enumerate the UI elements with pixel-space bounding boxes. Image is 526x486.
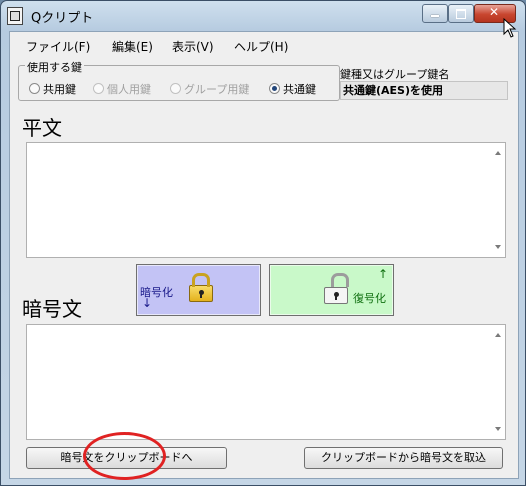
client-area: ファイル(F) 編集(E) 表示(V) ヘルプ(H) 使用する鍵 共用鍵 個人用…	[9, 31, 519, 479]
red-circle-annotation	[83, 432, 166, 480]
plaintext-area[interactable]	[26, 142, 506, 258]
radio-label: グループ用鍵	[184, 83, 250, 96]
menu-help[interactable]: ヘルプ(H)	[234, 38, 288, 55]
radio-indicator[interactable]	[170, 83, 181, 94]
window-title: Qクリプト	[31, 11, 94, 26]
key-type-group: 使用する鍵 共用鍵 個人用鍵 グループ用鍵 共通鍵	[18, 59, 340, 101]
plaintext-scrollbar[interactable]	[491, 143, 505, 257]
up-arrow-icon: ↑	[378, 267, 389, 281]
down-arrow-icon: ↓	[142, 296, 153, 310]
lock-open-icon	[324, 273, 349, 304]
menu-bar: ファイル(F) 編集(E) 表示(V) ヘルプ(H)	[10, 32, 518, 58]
radio-indicator[interactable]	[93, 83, 104, 94]
radio-label: 共通鍵	[283, 83, 316, 96]
maximize-button[interactable]	[448, 4, 474, 23]
menu-view[interactable]: 表示(V)	[172, 38, 214, 55]
app-window: Qクリプト ファイル(F) 編集(E) 表示(V) ヘルプ(H) 使用する鍵 共…	[0, 0, 526, 486]
key-name-field: 共通鍵(AES)を使用	[340, 81, 508, 100]
radio-indicator[interactable]	[29, 83, 40, 94]
key-name-label: 鍵種又はグループ鍵名	[340, 68, 450, 81]
encrypt-button[interactable]: 暗号化 ↓	[136, 264, 261, 316]
radio-label: 共用鍵	[43, 83, 76, 96]
scroll-down-icon[interactable]	[495, 245, 501, 249]
ciphertext-label: 暗号文	[22, 297, 82, 321]
plaintext-label: 平文	[22, 116, 62, 140]
menu-edit[interactable]: 編集(E)	[112, 38, 153, 55]
menu-file[interactable]: ファイル(F)	[26, 38, 90, 55]
title-bar[interactable]: Qクリプト	[1, 1, 525, 30]
scroll-up-icon[interactable]	[495, 333, 501, 337]
decrypt-button[interactable]: ↑ 復号化	[269, 264, 394, 316]
key-type-legend: 使用する鍵	[25, 59, 84, 75]
import-from-clipboard-button[interactable]: クリップボードから暗号文を取込	[304, 447, 503, 469]
lock-closed-icon	[189, 273, 213, 302]
scroll-down-icon[interactable]	[495, 427, 501, 431]
radio-label: 個人用鍵	[107, 83, 151, 96]
ciphertext-area[interactable]	[26, 324, 506, 440]
ciphertext-scrollbar[interactable]	[491, 325, 505, 439]
radio-indicator-selected[interactable]	[269, 83, 280, 94]
scroll-up-icon[interactable]	[495, 151, 501, 155]
minimize-button[interactable]	[422, 4, 448, 23]
app-icon[interactable]	[7, 7, 23, 25]
decrypt-label: 復号化	[353, 292, 386, 305]
